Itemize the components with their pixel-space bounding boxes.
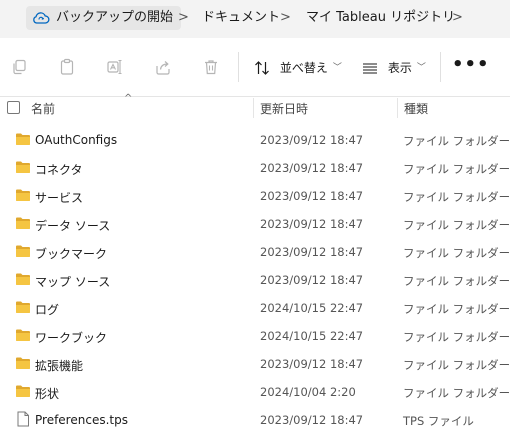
table-row[interactable]: ブックマーク 2023/09/12 18:47 ファイル フォルダー — [0, 238, 510, 266]
folder-icon — [15, 384, 31, 398]
column-header-row: 名前 ^ 更新日時 種類 — [0, 93, 510, 120]
toolbar-divider — [238, 52, 239, 82]
file-type: ファイル フォルダー — [403, 358, 510, 372]
breadcrumb-label: バックアップの開始 — [56, 10, 174, 25]
file-type: ファイル フォルダー — [403, 302, 510, 316]
folder-icon — [15, 356, 31, 370]
file-name: ブックマーク — [35, 247, 108, 261]
folder-icon — [15, 188, 31, 202]
folder-icon — [15, 328, 31, 342]
table-row[interactable]: 拡張機能 2023/09/12 18:47 ファイル フォルダー — [0, 350, 510, 378]
folder-icon — [15, 216, 31, 230]
file-type: ファイル フォルダー — [403, 134, 510, 148]
share-icon[interactable] — [154, 58, 172, 76]
file-icon — [15, 411, 31, 427]
file-type: ファイル フォルダー — [403, 330, 510, 344]
breadcrumb-item-backup[interactable]: バックアップの開始 — [26, 6, 182, 30]
table-row[interactable]: ワークブック 2024/10/15 22:47 ファイル フォルダー — [0, 322, 510, 350]
file-type: ファイル フォルダー — [403, 162, 510, 176]
table-row[interactable]: ログ 2024/10/15 22:47 ファイル フォルダー — [0, 294, 510, 322]
folder-icon — [15, 132, 31, 146]
file-list: OAuthConfigs 2023/09/12 18:47 ファイル フォルダー… — [0, 126, 510, 434]
folder-icon — [15, 160, 31, 174]
table-row[interactable]: コネクタ 2023/09/12 18:47 ファイル フォルダー — [0, 154, 510, 182]
file-type: ファイル フォルダー — [403, 246, 510, 260]
file-date: 2023/09/12 18:47 — [260, 161, 364, 175]
breadcrumb-separator-icon[interactable]: > — [178, 6, 189, 30]
table-row[interactable]: マップ ソース 2023/09/12 18:47 ファイル フォルダー — [0, 266, 510, 294]
file-name: コネクタ — [35, 163, 83, 177]
file-name: ワークブック — [35, 331, 108, 345]
file-type: ファイル フォルダー — [403, 386, 510, 400]
cloud-sync-icon — [32, 11, 50, 25]
table-row[interactable]: データ ソース 2023/09/12 18:47 ファイル フォルダー — [0, 210, 510, 238]
file-date: 2023/09/12 18:47 — [260, 413, 364, 427]
file-date: 2024/10/15 22:47 — [260, 329, 364, 343]
file-type: ファイル フォルダー — [403, 218, 510, 232]
file-date: 2024/10/04 2:20 — [260, 385, 356, 399]
delete-icon[interactable] — [202, 58, 220, 76]
table-row[interactable]: Preferences.tps 2023/09/12 18:47 TPS ファイ… — [0, 406, 510, 434]
file-date: 2023/09/12 18:47 — [260, 217, 364, 231]
breadcrumb-item-documents[interactable]: ドキュメント — [202, 6, 280, 30]
sort-icon — [254, 60, 274, 75]
file-explorer-window: バックアップの開始 > ドキュメント > マイ Tableau リポジトリ > — [0, 0, 510, 447]
command-bar: 並べ替え ﹀ 表示 ﹀ ••• — [0, 38, 510, 97]
file-name: 拡張機能 — [35, 359, 84, 373]
column-resize-handle[interactable] — [253, 98, 254, 118]
sort-button[interactable]: 並べ替え ﹀ — [254, 57, 342, 77]
chevron-down-icon: ﹀ — [416, 62, 426, 73]
column-header-type[interactable]: 種類 — [404, 100, 428, 117]
breadcrumb: バックアップの開始 > ドキュメント > マイ Tableau リポジトリ > — [0, 0, 510, 38]
file-type: ファイル フォルダー — [403, 274, 510, 288]
file-name: サービス — [35, 191, 84, 205]
file-date: 2023/09/12 18:47 — [260, 133, 364, 147]
copy-icon[interactable] — [10, 58, 28, 76]
folder-icon — [15, 272, 31, 286]
file-type: TPS ファイル — [403, 414, 474, 428]
file-name: 形状 — [35, 387, 60, 401]
chevron-down-icon: ﹀ — [332, 62, 342, 73]
column-header-date[interactable]: 更新日時 — [260, 100, 308, 117]
file-date: 2023/09/12 18:47 — [260, 273, 364, 287]
file-date: 2023/09/12 18:47 — [260, 189, 364, 203]
breadcrumb-separator-icon[interactable]: > — [280, 6, 291, 30]
file-name: データ ソース — [35, 219, 111, 233]
breadcrumb-separator-icon[interactable]: > — [452, 6, 463, 30]
breadcrumb-item-tableau-repository[interactable]: マイ Tableau リポジトリ — [306, 6, 455, 30]
file-date: 2023/09/12 18:47 — [260, 245, 364, 259]
file-name: OAuthConfigs — [35, 133, 118, 147]
sort-label: 並べ替え — [279, 60, 328, 75]
toolbar-divider — [440, 52, 441, 82]
column-header-name[interactable]: 名前 — [31, 100, 55, 117]
folder-icon — [15, 300, 31, 314]
paste-icon[interactable] — [58, 58, 76, 76]
more-options-button[interactable]: ••• — [452, 56, 489, 78]
file-name: Preferences.tps — [35, 413, 128, 427]
view-label: 表示 — [387, 60, 412, 75]
view-icon — [362, 60, 382, 74]
column-resize-handle[interactable] — [397, 98, 398, 118]
table-row[interactable]: サービス 2023/09/12 18:47 ファイル フォルダー — [0, 182, 510, 210]
sort-ascending-icon: ^ — [124, 93, 133, 104]
table-row[interactable]: 形状 2024/10/04 2:20 ファイル フォルダー — [0, 378, 510, 406]
file-name: ログ — [35, 303, 60, 317]
file-date: 2024/10/15 22:47 — [260, 301, 364, 315]
table-row[interactable]: OAuthConfigs 2023/09/12 18:47 ファイル フォルダー — [0, 126, 510, 154]
view-button[interactable]: 表示 ﹀ — [362, 57, 426, 77]
file-type: ファイル フォルダー — [403, 190, 510, 204]
select-all-checkbox[interactable] — [7, 101, 20, 114]
file-date: 2023/09/12 18:47 — [260, 357, 364, 371]
rename-icon[interactable] — [106, 58, 124, 76]
file-name: マップ ソース — [35, 275, 111, 289]
folder-icon — [15, 244, 31, 258]
